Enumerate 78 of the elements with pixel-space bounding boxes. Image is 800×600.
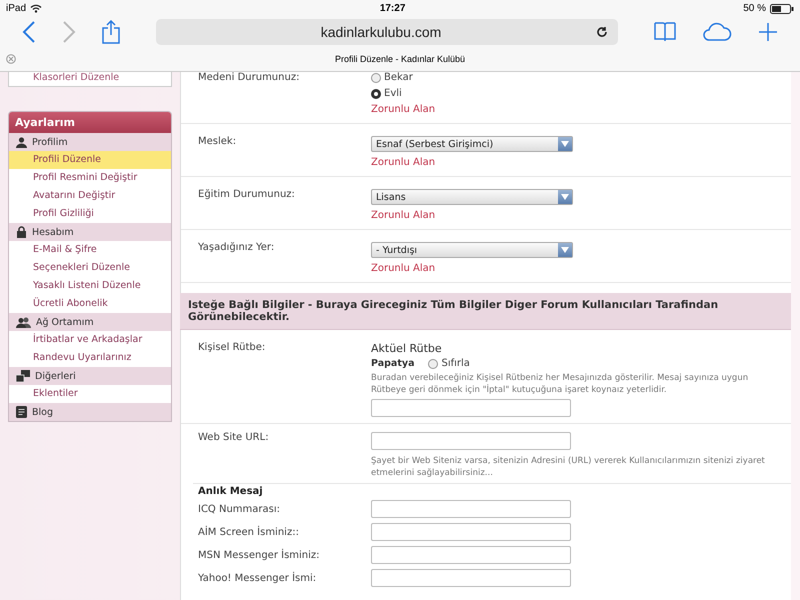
required-note: Zorunlu Alan <box>371 263 436 274</box>
lock-icon <box>16 226 27 238</box>
dropdown-arrow-icon <box>561 141 569 147</box>
device-name: iPad <box>6 3 26 14</box>
address-bar[interactable]: kadinlarkulubu.com <box>156 19 618 45</box>
required-note: Zorunlu Alan <box>371 104 436 115</box>
input-field[interactable] <box>371 546 571 564</box>
field-label: Kişisel Rütbe: <box>198 342 266 355</box>
tab-title[interactable]: Profili Düzenle - Kadınlar Kulübü <box>0 54 800 64</box>
menu-item[interactable]: Profil Resmini Değiştir <box>9 169 171 187</box>
plus-icon[interactable] <box>758 22 778 42</box>
menu-item[interactable]: İrtibatlar ve Arkadaşlar <box>9 331 171 349</box>
section-title: Anlık Mesaj <box>198 486 264 497</box>
dropdown[interactable]: Lisans <box>371 189 573 205</box>
radio-label: Evli <box>384 88 402 99</box>
menu-item[interactable]: Seçenekleri Düzenle <box>9 259 171 277</box>
radio-button[interactable] <box>371 88 381 98</box>
share-icon[interactable] <box>102 20 120 44</box>
menu-group-header[interactable]: Hesabım <box>9 223 171 241</box>
field-label: Medeni Durumunuz: <box>198 72 300 85</box>
menu-group-header[interactable]: Profilim <box>9 133 171 151</box>
input-field[interactable] <box>371 569 571 587</box>
help-text: Buradan verebileceğiniz Kişisel Rütbeniz her Mesajınızda gösterilir. Mesaj sayınıza uygun Rütbeye geri dönmek için "İptal" kutuçuğuna işaret koynaız yeterlidir. <box>371 372 750 396</box>
input-field[interactable] <box>371 523 571 541</box>
field-label: MSN Messenger İsminiz: <box>198 550 321 560</box>
menu-item[interactable]: Eklentiler <box>9 385 171 403</box>
battery-percent: 50 % <box>743 3 766 14</box>
back-icon[interactable] <box>22 21 36 43</box>
radio-button[interactable] <box>428 358 438 368</box>
field-label: Yahoo! Messenger İsmi: <box>198 572 318 584</box>
dropdown[interactable]: Esnaf (Serbest Girişimci) <box>371 136 573 152</box>
dropdown-arrow-icon <box>561 194 569 200</box>
close-icon[interactable] <box>6 54 16 64</box>
people-icon <box>16 316 31 328</box>
reset-option[interactable]: Sıfırla <box>428 358 470 369</box>
menu-item[interactable]: Avatarını Değiştir <box>9 187 171 205</box>
menu-group-header[interactable]: Diğerleri <box>9 367 171 385</box>
rank-name: Papatya <box>371 358 414 369</box>
rank-title: Aktüel Rütbe <box>371 342 443 355</box>
menu-item[interactable]: Profil Gizliliği <box>9 205 171 223</box>
field-label: ICQ Nummarası: <box>198 504 282 514</box>
menu-item[interactable]: Profili Düzenle <box>9 151 171 169</box>
dropdown[interactable]: - Yurtdışı <box>371 242 573 258</box>
dropdown-arrow-icon <box>561 247 569 253</box>
radio-label: Sıfırla <box>441 358 470 369</box>
input-field[interactable] <box>371 500 571 518</box>
reload-icon[interactable] <box>596 26 608 38</box>
menu-title: Ayarlarım <box>9 112 171 133</box>
menu-group-header[interactable]: Ağ Ortamım <box>9 313 171 331</box>
forward-icon[interactable] <box>62 21 76 43</box>
field-label: AİM Screen İsminiz:: <box>198 526 300 538</box>
field-label: Meslek: <box>198 136 238 149</box>
cloud-icon[interactable] <box>702 22 732 42</box>
book-icon[interactable] <box>654 22 676 42</box>
wifi-icon <box>30 4 42 13</box>
menu-item[interactable]: E-Mail & Şifre <box>9 241 171 259</box>
menu-item[interactable]: Ücretli Abonelik <box>9 295 171 313</box>
radio-button[interactable] <box>371 72 381 82</box>
required-note: Zorunlu Alan <box>371 210 436 221</box>
person-icon <box>16 136 27 148</box>
field-label: Eğitim Durumunuz: <box>198 189 296 202</box>
radio-option[interactable]: Bekar <box>371 72 774 83</box>
field-label: Web Site URL: <box>198 432 270 445</box>
section-header: Isteğe Bağlı Bilgiler - Buraya Gireceginiz Tüm Bilgiler Diger Forum Kullanıcıları Tarafindan Görünebilecektir. <box>180 293 791 330</box>
radio-label: Bekar <box>384 72 413 83</box>
required-note: Zorunlu Alan <box>371 157 436 168</box>
input-field[interactable] <box>371 432 571 450</box>
field-label: Yaşadığınız Yer: <box>198 242 276 255</box>
chat-windows-icon <box>16 370 30 382</box>
menu-item[interactable]: Yasaklı Listeni Düzenle <box>9 277 171 295</box>
menu-group-header[interactable]: Blog <box>9 403 171 421</box>
blog-icon <box>16 406 27 418</box>
clock: 17:27 <box>378 3 406 14</box>
help-text: Şayet bir Web Siteniz varsa, sitenizin Adresini (URL) vererek Kullanıcılarımızın sitenizi ziyaret etmelerini sağlayabilirsiniz... <box>371 455 766 479</box>
input-field[interactable] <box>371 399 571 417</box>
menu-item[interactable]: Randevu Uyarılarınız <box>9 349 171 367</box>
radio-option[interactable]: Evli <box>371 88 774 99</box>
battery-icon <box>770 4 794 14</box>
